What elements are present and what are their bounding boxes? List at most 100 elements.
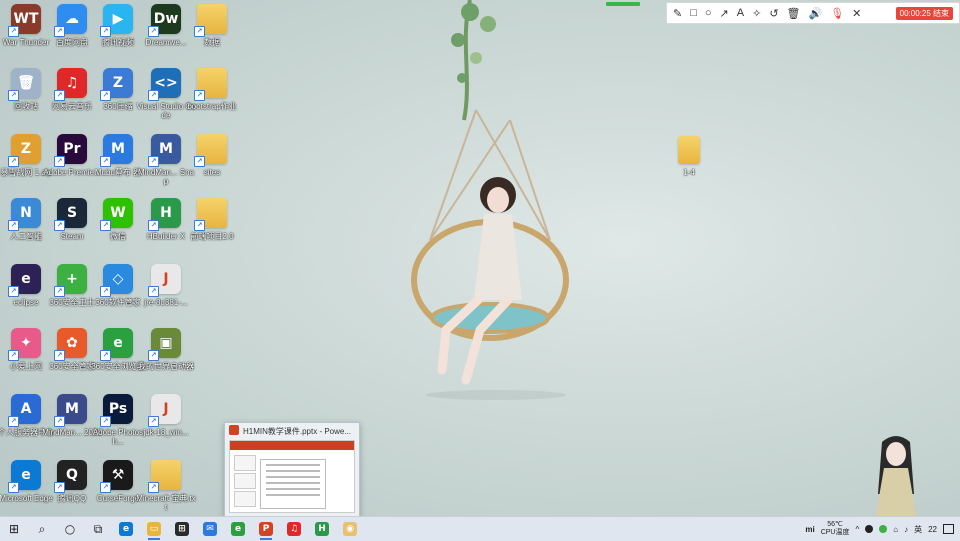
desktop-icon[interactable]: H ↗ HBuilder X (140, 196, 192, 258)
app-icon: ◇ ↗ (100, 264, 133, 297)
highlighter-icon[interactable]: ✧ (752, 7, 761, 20)
screen-recorder-icon: ◉ (343, 522, 357, 536)
taskbar-pinned-apps: e ▭ ⊞ ✉ e P ♫ H ◉ (112, 517, 364, 541)
taskbar-app-store[interactable]: ⊞ (168, 517, 196, 541)
desktop-icon[interactable]: ▶ ↗ 腾讯视频 (92, 2, 144, 64)
desktop-icon[interactable]: ↗ 数据 (186, 2, 238, 64)
stop-recording-button[interactable]: 00:00:25 结束 (895, 6, 953, 20)
desktop-icon[interactable]: ↗ bootstrap作业 (186, 66, 238, 128)
shortcut-arrow-icon: ↗ (8, 286, 19, 297)
text-icon[interactable]: A (737, 7, 744, 19)
desktop-icon[interactable]: ♫ ↗ 网易云音乐 (46, 66, 98, 128)
shortcut-arrow-icon: ↗ (100, 220, 111, 231)
volume-icon[interactable]: ♪ (904, 525, 908, 534)
speaker-icon[interactable]: 🔊 (809, 7, 823, 20)
desktop-icon[interactable]: J ↗ jdk-18_win... (140, 392, 192, 454)
desktop-icon[interactable]: ▣ ↗ 我的世界启动器 (138, 326, 194, 388)
desktop-icon[interactable]: Z ↗ 暴雪战网 1.zip (0, 132, 52, 194)
app-icon: W ↗ (100, 198, 133, 231)
rectangle-icon[interactable]: □ (690, 7, 697, 19)
desktop-icon[interactable]: S ↗ Steam (46, 196, 98, 258)
desktop-icon[interactable]: ↗ 前端项目2.0 (186, 196, 238, 258)
cpu-temperature[interactable]: 56℃ CPU温度 (821, 521, 850, 537)
shortcut-arrow-icon: ↗ (100, 286, 111, 297)
shortcut-arrow-icon: ↗ (8, 482, 19, 493)
delete-icon[interactable]: 🗑 (787, 7, 801, 20)
desktop-icon[interactable]: Q ↗ 腾讯QQ (46, 458, 98, 520)
desktop-icon[interactable]: ✦ ↗ 小爱上网 (0, 326, 52, 388)
slide-thumbnail (234, 491, 256, 507)
shortcut-arrow-icon: ↗ (54, 90, 65, 101)
app-icon: ⚒ ↗ (100, 460, 133, 493)
start-button[interactable]: ⊞ (0, 517, 28, 541)
desktop-icon[interactable]: + ↗ 360安全卫士 (46, 262, 98, 324)
desktop-icon[interactable]: Dw ↗ Dreamwe... (140, 2, 192, 64)
app-icon: H ↗ (148, 198, 181, 231)
task-view-button[interactable]: ⧉ (84, 517, 112, 541)
taskbar-thumbnail-preview[interactable]: H1MIN教学课件.pptx - Powe... (224, 422, 360, 518)
taskbar-app-mail[interactable]: ✉ (196, 517, 224, 541)
cortana-button[interactable]: ○ (56, 517, 84, 541)
app-icon: e ↗ (8, 264, 41, 297)
desktop-icon[interactable]: <> ↗ Visual Studio Code (137, 66, 196, 128)
undo-icon[interactable]: ↺ (769, 7, 778, 20)
taskbar-app-screen-recorder[interactable]: ◉ (336, 517, 364, 541)
folder-icon (678, 136, 700, 164)
desktop-icon[interactable]: N ↗ 人工智能 (0, 196, 52, 258)
desktop-icon[interactable]: e ↗ Microsoft Edge (0, 458, 53, 520)
desktop-icon[interactable]: 🗑 ↗ 回收站 (0, 66, 52, 128)
shortcut-arrow-icon: ↗ (8, 90, 19, 101)
desktop-icon[interactable]: A ↗ 个人服务器中心 (0, 392, 54, 454)
desktop-icon[interactable]: ✿ ↗ 360安全管家 (46, 326, 98, 388)
pen-icon[interactable]: ✎ (673, 7, 682, 20)
shortcut-arrow-icon: ↗ (54, 482, 65, 493)
desktop-icon[interactable]: e ↗ eclipse (0, 262, 52, 324)
arrow-icon[interactable]: ↗ (720, 7, 729, 20)
desktop-icon[interactable]: e ↗ 360安全浏览器 (91, 326, 145, 388)
network-icon[interactable]: ⌂ (893, 525, 898, 534)
desktop-icon[interactable]: ☁ ↗ 百度网盘 (46, 2, 98, 64)
notification-icon[interactable] (943, 524, 954, 534)
desktop-icon[interactable]: J ↗ jre-8u381-... (140, 262, 192, 324)
app-icon: ♫ ↗ (54, 68, 87, 101)
desktop-icon[interactable]: ◇ ↗ 360软件管家 (92, 262, 144, 324)
desktop-icon[interactable]: W ↗ 微信 (92, 196, 144, 258)
preview-window-body (229, 440, 355, 513)
slide-thumbnail (234, 473, 256, 489)
folder-icon: ↗ (194, 198, 227, 231)
ime-indicator[interactable]: 英 (914, 524, 922, 535)
search-button[interactable]: ⌕ (28, 517, 56, 541)
circle-icon[interactable]: ○ (705, 7, 712, 19)
qq-tray-icon[interactable] (865, 525, 874, 533)
clock[interactable]: 22 (928, 525, 937, 534)
folder-icon: ↗ (148, 460, 181, 493)
desktop-icon-label: bootstrap作业 (187, 102, 237, 111)
chevron-up-icon[interactable]: ^ (855, 525, 859, 534)
close-icon[interactable]: ✕ (852, 7, 861, 20)
app-icon: e ↗ (8, 460, 41, 493)
app-icon: ✦ ↗ (8, 328, 41, 361)
desktop-icon[interactable]: WT ↗ War Thunder (0, 2, 52, 64)
taskbar-app-hbuilder[interactable]: H (308, 517, 336, 541)
folder-icon: ↗ (194, 134, 227, 167)
hbuilder-icon: H (315, 522, 329, 536)
desktop-icon[interactable]: Pr ↗ Adobe Premie... (43, 132, 101, 194)
desktop-icon[interactable]: M ↗ MindMan... Snap (138, 132, 194, 194)
taskbar-app-powerpoint[interactable]: P (252, 517, 280, 541)
desktop-icon-label: jre-8u381-... (144, 298, 188, 307)
desktop-icon[interactable]: ↗ sites (186, 132, 238, 194)
shortcut-arrow-icon: ↗ (54, 286, 65, 297)
taskbar-app-file-explorer[interactable]: ▭ (140, 517, 168, 541)
desktop-file-1-4[interactable]: 1-4 (674, 134, 704, 178)
taskbar-app-netease-music[interactable]: ♫ (280, 517, 308, 541)
brand-icon[interactable]: mi (805, 525, 814, 534)
app-icon: Dw ↗ (148, 4, 181, 37)
desktop-icon[interactable]: ↗ Minecraft 宝典.txt (136, 458, 196, 520)
desktop-icon[interactable]: Ps ↗ Adobe Photosh... (92, 392, 144, 454)
360-tray-icon[interactable] (879, 525, 888, 533)
taskbar-app-360-browser[interactable]: e (224, 517, 252, 541)
app-icon: ✿ ↗ (54, 328, 87, 361)
taskbar-app-edge[interactable]: e (112, 517, 140, 541)
microphone-icon[interactable]: 🎙 (830, 7, 844, 20)
windows-icon: ⊞ (8, 522, 20, 536)
